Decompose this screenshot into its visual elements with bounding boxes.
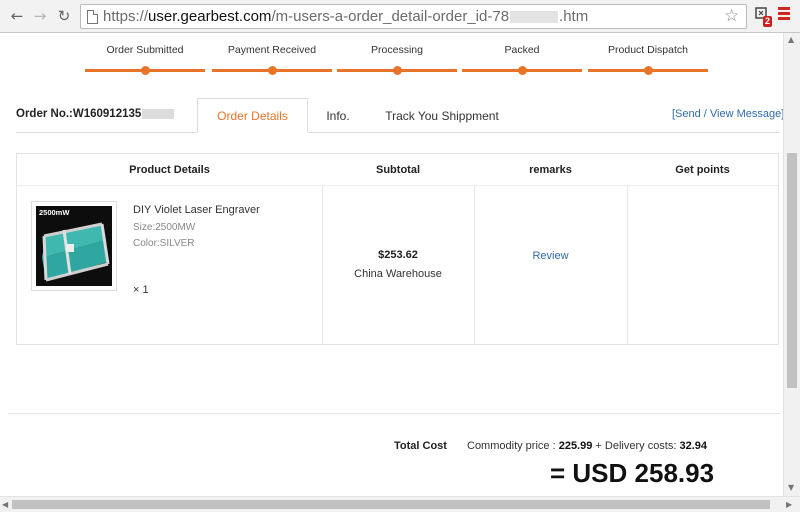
redacted-order-suffix xyxy=(142,108,175,119)
scroll-left-icon[interactable]: ◀ xyxy=(2,500,8,509)
order-number: Order No.:W160912135 xyxy=(16,108,175,120)
star-outline-icon[interactable]: ☆ xyxy=(724,6,739,26)
vertical-scrollbar[interactable]: ▲ ▼ xyxy=(783,33,800,496)
product-quantity: × 1 xyxy=(133,284,149,296)
column-divider xyxy=(627,186,628,344)
delivery-cost-value: 32.94 xyxy=(679,440,708,452)
product-subtotal: $253.62 xyxy=(378,249,418,261)
header-remarks: remarks xyxy=(529,164,572,176)
header-product-details: Product Details xyxy=(129,164,210,176)
url-scheme: https:// xyxy=(103,8,149,25)
step-dot xyxy=(268,66,277,75)
grand-total: = USD 258.93 xyxy=(550,458,715,488)
product-name-link[interactable]: DIY Violet Laser Engraver xyxy=(133,204,260,216)
url-host: user.gearbest.com xyxy=(148,8,272,25)
product-warehouse: China Warehouse xyxy=(354,268,442,280)
step-order-submitted: Order Submitted xyxy=(85,40,205,75)
header-get-points: Get points xyxy=(675,164,730,176)
step-label: Payment Received xyxy=(227,44,317,56)
product-color: Color:SILVER xyxy=(133,238,195,249)
laser-engraver-image xyxy=(42,222,110,282)
totals-divider xyxy=(8,413,780,414)
total-cost-label: Total Cost xyxy=(394,440,447,452)
address-bar[interactable]: https://user.gearbest.com/m-users-a-orde… xyxy=(80,4,747,29)
product-thumbnail[interactable]: 2500mW xyxy=(31,201,117,291)
url-suffix: .htm xyxy=(559,8,589,25)
product-table: Product Details Subtotal remarks Get poi… xyxy=(16,153,779,345)
total-breakdown: Commodity price : 225.99 + Delivery cost… xyxy=(467,440,707,452)
horizontal-scrollbar[interactable]: ◀ ▶ xyxy=(0,496,800,512)
send-view-message-link[interactable]: [Send / View Message] xyxy=(672,108,784,120)
product-size: Size:2500MW xyxy=(133,222,196,233)
scroll-up-icon[interactable]: ▲ xyxy=(788,35,794,44)
extension-button[interactable]: 2 xyxy=(755,7,773,27)
delivery-cost-label: + Delivery costs: xyxy=(595,440,677,452)
product-image: 2500mW xyxy=(36,206,112,286)
scroll-right-icon[interactable]: ▶ xyxy=(786,500,792,509)
step-product-dispatch: Product Dispatch xyxy=(588,40,708,75)
step-packed: Packed xyxy=(462,40,582,75)
step-dot xyxy=(141,66,150,75)
step-dot xyxy=(518,66,527,75)
url-path: /m-users-a-order_detail-order_id-78 xyxy=(271,8,510,25)
review-link[interactable]: Review xyxy=(474,250,627,262)
step-payment-received: Payment Received xyxy=(212,40,332,75)
step-processing: Processing xyxy=(337,40,457,75)
step-dot xyxy=(393,66,402,75)
step-label: Packed xyxy=(504,44,540,56)
extension-badge: 2 xyxy=(763,16,773,27)
scroll-down-icon[interactable]: ▼ xyxy=(788,483,794,492)
column-divider xyxy=(322,186,323,344)
table-header: Product Details Subtotal remarks Get poi… xyxy=(17,154,778,186)
redacted-order-id xyxy=(510,11,559,24)
horizontal-scroll-thumb[interactable] xyxy=(12,500,770,509)
forward-arrow-icon[interactable]: → xyxy=(31,7,49,25)
reload-icon[interactable]: ↻ xyxy=(55,7,73,25)
tab-order-details[interactable]: Order Details xyxy=(197,98,308,133)
page-icon xyxy=(87,10,98,24)
order-progress: Order Submitted Payment Received Process… xyxy=(85,40,713,80)
step-label: Order Submitted xyxy=(106,44,184,56)
step-dot xyxy=(644,66,653,75)
url-text: https://user.gearbest.com/m-users-a-orde… xyxy=(103,8,588,25)
browser-toolbar: ← → ↻ https://user.gearbest.com/m-users-… xyxy=(0,0,800,33)
order-number-text: Order No.:W160912135 xyxy=(16,108,142,120)
step-label: Product Dispatch xyxy=(608,44,688,56)
hamburger-menu-icon[interactable] xyxy=(778,7,792,25)
header-subtotal: Subtotal xyxy=(376,164,420,176)
step-label: Processing xyxy=(371,44,423,56)
column-divider xyxy=(474,186,475,344)
commodity-price-value: 225.99 xyxy=(558,440,593,452)
tab-track-shipment[interactable]: Track You Shippment xyxy=(382,98,502,133)
commodity-price-label: Commodity price : xyxy=(467,440,556,452)
back-arrow-icon[interactable]: ← xyxy=(8,7,26,25)
tab-info[interactable]: Info. xyxy=(318,98,358,133)
vertical-scroll-thumb[interactable] xyxy=(787,153,797,388)
